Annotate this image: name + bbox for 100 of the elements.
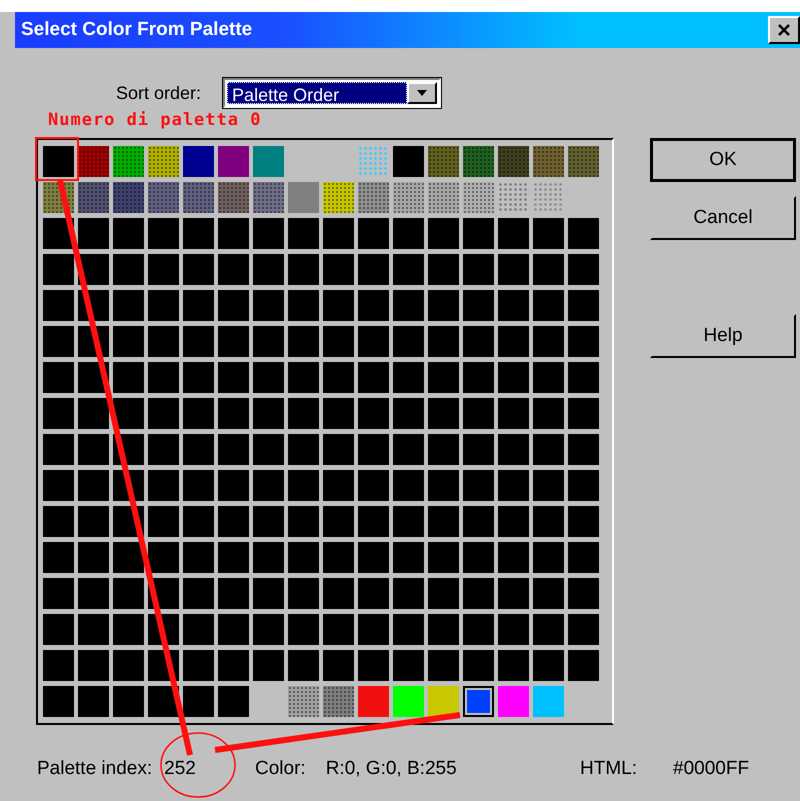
color-swatch[interactable] bbox=[43, 326, 74, 357]
color-swatch[interactable] bbox=[393, 578, 424, 609]
color-swatch[interactable] bbox=[498, 686, 529, 717]
color-swatch[interactable] bbox=[428, 290, 459, 321]
color-swatch[interactable] bbox=[78, 218, 109, 249]
color-swatch[interactable] bbox=[113, 362, 144, 393]
color-swatch[interactable] bbox=[218, 326, 249, 357]
color-swatch[interactable] bbox=[393, 542, 424, 573]
color-swatch[interactable] bbox=[43, 434, 74, 465]
color-swatch[interactable] bbox=[323, 470, 354, 501]
color-swatch[interactable] bbox=[463, 578, 494, 609]
color-swatch[interactable] bbox=[253, 362, 284, 393]
color-swatch[interactable] bbox=[253, 218, 284, 249]
color-swatch[interactable] bbox=[428, 326, 459, 357]
color-swatch[interactable] bbox=[288, 506, 319, 537]
color-swatch[interactable] bbox=[323, 506, 354, 537]
color-swatch[interactable] bbox=[428, 614, 459, 645]
color-swatch[interactable] bbox=[78, 398, 109, 429]
color-swatch[interactable] bbox=[428, 254, 459, 285]
color-swatch[interactable] bbox=[218, 362, 249, 393]
color-swatch[interactable] bbox=[498, 614, 529, 645]
color-swatch[interactable] bbox=[568, 614, 599, 645]
color-swatch[interactable] bbox=[323, 290, 354, 321]
color-swatch[interactable] bbox=[183, 650, 214, 681]
color-swatch[interactable] bbox=[148, 146, 179, 177]
color-swatch[interactable] bbox=[498, 146, 529, 177]
color-swatch[interactable] bbox=[148, 434, 179, 465]
color-swatch[interactable] bbox=[463, 254, 494, 285]
color-swatch[interactable] bbox=[253, 398, 284, 429]
color-swatch[interactable] bbox=[568, 470, 599, 501]
color-swatch[interactable] bbox=[463, 686, 494, 717]
color-swatch[interactable] bbox=[148, 218, 179, 249]
color-swatch[interactable] bbox=[148, 542, 179, 573]
color-swatch[interactable] bbox=[43, 542, 74, 573]
color-swatch[interactable] bbox=[428, 182, 459, 213]
color-swatch[interactable] bbox=[533, 470, 564, 501]
color-swatch[interactable] bbox=[498, 470, 529, 501]
color-swatch[interactable] bbox=[393, 182, 424, 213]
color-swatch[interactable] bbox=[463, 506, 494, 537]
color-swatch[interactable] bbox=[323, 326, 354, 357]
color-swatch[interactable] bbox=[323, 398, 354, 429]
color-swatch[interactable] bbox=[533, 434, 564, 465]
color-swatch[interactable] bbox=[463, 218, 494, 249]
color-swatch[interactable] bbox=[253, 254, 284, 285]
color-swatch[interactable] bbox=[288, 218, 319, 249]
color-swatch[interactable] bbox=[463, 614, 494, 645]
color-swatch[interactable] bbox=[393, 362, 424, 393]
color-swatch[interactable] bbox=[78, 434, 109, 465]
color-swatch[interactable] bbox=[463, 470, 494, 501]
color-swatch[interactable] bbox=[498, 326, 529, 357]
color-swatch[interactable] bbox=[358, 146, 389, 177]
color-swatch[interactable] bbox=[218, 218, 249, 249]
color-swatch[interactable] bbox=[218, 542, 249, 573]
color-swatch[interactable] bbox=[183, 326, 214, 357]
color-swatch[interactable] bbox=[218, 398, 249, 429]
color-swatch[interactable] bbox=[323, 182, 354, 213]
color-swatch[interactable] bbox=[113, 254, 144, 285]
color-swatch[interactable] bbox=[358, 434, 389, 465]
close-button[interactable] bbox=[768, 16, 800, 44]
color-swatch[interactable] bbox=[323, 254, 354, 285]
color-swatch[interactable] bbox=[43, 398, 74, 429]
color-swatch[interactable] bbox=[393, 614, 424, 645]
color-swatch[interactable] bbox=[358, 398, 389, 429]
color-swatch[interactable] bbox=[253, 614, 284, 645]
color-swatch[interactable] bbox=[358, 290, 389, 321]
color-swatch[interactable] bbox=[218, 254, 249, 285]
color-swatch[interactable] bbox=[323, 650, 354, 681]
color-swatch[interactable] bbox=[463, 542, 494, 573]
color-swatch[interactable] bbox=[533, 218, 564, 249]
color-swatch[interactable] bbox=[43, 254, 74, 285]
color-swatch[interactable] bbox=[113, 398, 144, 429]
color-swatch[interactable] bbox=[183, 398, 214, 429]
color-swatch[interactable] bbox=[428, 506, 459, 537]
color-swatch[interactable] bbox=[253, 146, 284, 177]
color-swatch[interactable] bbox=[253, 506, 284, 537]
color-swatch[interactable] bbox=[218, 434, 249, 465]
color-swatch[interactable] bbox=[78, 506, 109, 537]
color-swatch[interactable] bbox=[113, 326, 144, 357]
color-swatch[interactable] bbox=[113, 290, 144, 321]
color-swatch[interactable] bbox=[358, 362, 389, 393]
color-swatch[interactable] bbox=[148, 326, 179, 357]
color-swatch[interactable] bbox=[568, 362, 599, 393]
color-swatch[interactable] bbox=[148, 182, 179, 213]
color-swatch[interactable] bbox=[288, 614, 319, 645]
color-swatch[interactable] bbox=[463, 362, 494, 393]
color-swatch[interactable] bbox=[533, 254, 564, 285]
color-swatch[interactable] bbox=[323, 362, 354, 393]
dialog-button[interactable]: Cancel bbox=[650, 196, 796, 240]
color-swatch[interactable] bbox=[533, 326, 564, 357]
color-swatch[interactable] bbox=[498, 290, 529, 321]
color-swatch[interactable] bbox=[218, 182, 249, 213]
color-swatch[interactable] bbox=[78, 614, 109, 645]
color-swatch[interactable] bbox=[288, 326, 319, 357]
color-swatch[interactable] bbox=[358, 614, 389, 645]
color-swatch[interactable] bbox=[393, 218, 424, 249]
color-swatch[interactable] bbox=[253, 578, 284, 609]
color-swatch[interactable] bbox=[288, 686, 319, 717]
color-swatch[interactable] bbox=[78, 470, 109, 501]
color-swatch[interactable] bbox=[568, 578, 599, 609]
color-swatch[interactable] bbox=[43, 686, 74, 717]
